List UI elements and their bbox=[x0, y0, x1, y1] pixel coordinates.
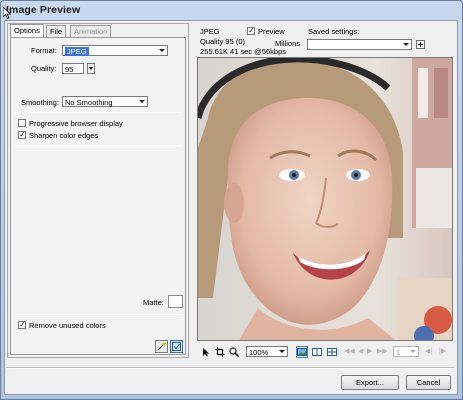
info-size-time: 255.61K 41 sec @56kbps bbox=[200, 47, 287, 56]
divider bbox=[15, 145, 182, 146]
remove-unused-checkbox[interactable] bbox=[18, 320, 26, 329]
smoothing-dropdown[interactable]: No Smoothing bbox=[62, 96, 148, 107]
saved-settings-dropdown[interactable] bbox=[307, 39, 412, 50]
single-view-icon bbox=[297, 348, 307, 356]
saved-settings-label: Saved settings: bbox=[308, 27, 360, 36]
cancel-button[interactable]: Cancel bbox=[406, 375, 451, 390]
sharpen-label: Sharpen color edges bbox=[29, 131, 99, 140]
divider bbox=[15, 314, 182, 315]
sharpen-checkbox[interactable] bbox=[18, 130, 26, 139]
frame-dropdown[interactable]: 1 bbox=[393, 346, 419, 357]
tab-options[interactable]: Options bbox=[10, 24, 44, 37]
pointer-tool-button[interactable] bbox=[200, 346, 212, 358]
crop-icon bbox=[215, 347, 225, 357]
chevron-down-icon bbox=[158, 47, 166, 54]
single-view-button[interactable] bbox=[296, 346, 308, 358]
magic-wand-icon bbox=[157, 341, 167, 351]
format-dropdown[interactable]: JPEG bbox=[62, 45, 168, 56]
magnifier-icon bbox=[229, 347, 240, 358]
tab-file[interactable]: File bbox=[46, 25, 67, 37]
matte-label: Matte: bbox=[143, 298, 164, 307]
window-title: Image Preview bbox=[6, 4, 81, 16]
plus-icon bbox=[418, 42, 423, 47]
next-frame-icon[interactable]: ▶▶ bbox=[377, 347, 388, 355]
crop-tool-button[interactable] bbox=[214, 346, 226, 358]
chevron-down-icon bbox=[409, 348, 417, 355]
zoom-dropdown[interactable]: 100% bbox=[246, 346, 288, 357]
chevron-down-icon bbox=[278, 348, 286, 355]
progressive-label: Progressive browser display bbox=[29, 119, 123, 128]
format-value: JPEG bbox=[65, 47, 89, 56]
four-up-view-icon bbox=[327, 348, 337, 356]
preview-photo bbox=[198, 58, 452, 340]
preview-toolbar: 100% ◀◀ ◀ ▶ ▶▶ 1 ◀| |▶ bbox=[197, 343, 453, 361]
smoothing-value: No Smoothing bbox=[65, 98, 113, 107]
tab-animation[interactable]: Animation bbox=[70, 25, 112, 37]
quality-slider-button[interactable] bbox=[87, 63, 95, 74]
format-label: Format: bbox=[31, 46, 57, 55]
settings-panel: Options File Animation Format: JPEG Qual… bbox=[7, 23, 189, 358]
two-up-view-button[interactable] bbox=[311, 346, 323, 358]
play-icon[interactable]: ▶ bbox=[367, 347, 372, 355]
zoom-value: 100% bbox=[249, 348, 269, 357]
loop-forward-icon[interactable]: |▶ bbox=[439, 347, 446, 355]
options-tab-body: Format: JPEG Quality: 95 Smoothing: No S… bbox=[10, 37, 186, 355]
add-preset-button[interactable] bbox=[416, 40, 425, 49]
quality-label: Quality: bbox=[31, 64, 57, 73]
export-button[interactable]: Export... bbox=[341, 375, 399, 390]
matte-color-swatch[interactable] bbox=[168, 295, 183, 308]
four-up-view-button[interactable] bbox=[326, 346, 338, 358]
preview-label: Preview bbox=[258, 27, 285, 36]
loop-back-icon[interactable]: ◀| bbox=[425, 347, 432, 355]
divider bbox=[15, 112, 182, 113]
chevron-down-icon bbox=[138, 98, 146, 105]
frame-value: 1 bbox=[396, 348, 401, 357]
zoom-tool-button[interactable] bbox=[228, 346, 240, 358]
remove-unused-label: Remove unused colors bbox=[29, 321, 106, 330]
mouse-cursor-icon bbox=[3, 7, 11, 19]
title-bar[interactable]: Image Preview bbox=[1, 1, 463, 21]
preview-checkbox[interactable] bbox=[247, 26, 255, 35]
two-up-view-icon bbox=[312, 348, 322, 356]
info-quality: Quality 95 (0) bbox=[200, 37, 246, 46]
previous-frame-icon[interactable]: ◀ bbox=[358, 347, 363, 355]
smoothing-label: Smoothing: bbox=[21, 98, 59, 107]
quality-input[interactable]: 95 bbox=[62, 63, 84, 74]
footer-divider bbox=[6, 367, 454, 369]
progressive-checkbox[interactable] bbox=[18, 119, 26, 127]
chevron-down-icon bbox=[402, 41, 410, 48]
pointer-icon bbox=[203, 348, 209, 357]
magic-wand-button[interactable] bbox=[155, 340, 168, 353]
first-frame-icon[interactable]: ◀◀ bbox=[344, 347, 355, 355]
quality-value: 95 bbox=[65, 65, 74, 74]
preview-info-bar: JPEG Preview Quality 95 (0) Millions 255… bbox=[196, 23, 454, 58]
image-preview-canvas[interactable] bbox=[197, 57, 453, 341]
optimize-size-button[interactable] bbox=[170, 340, 183, 353]
info-format: JPEG bbox=[200, 27, 220, 36]
optimize-size-icon bbox=[172, 342, 181, 351]
